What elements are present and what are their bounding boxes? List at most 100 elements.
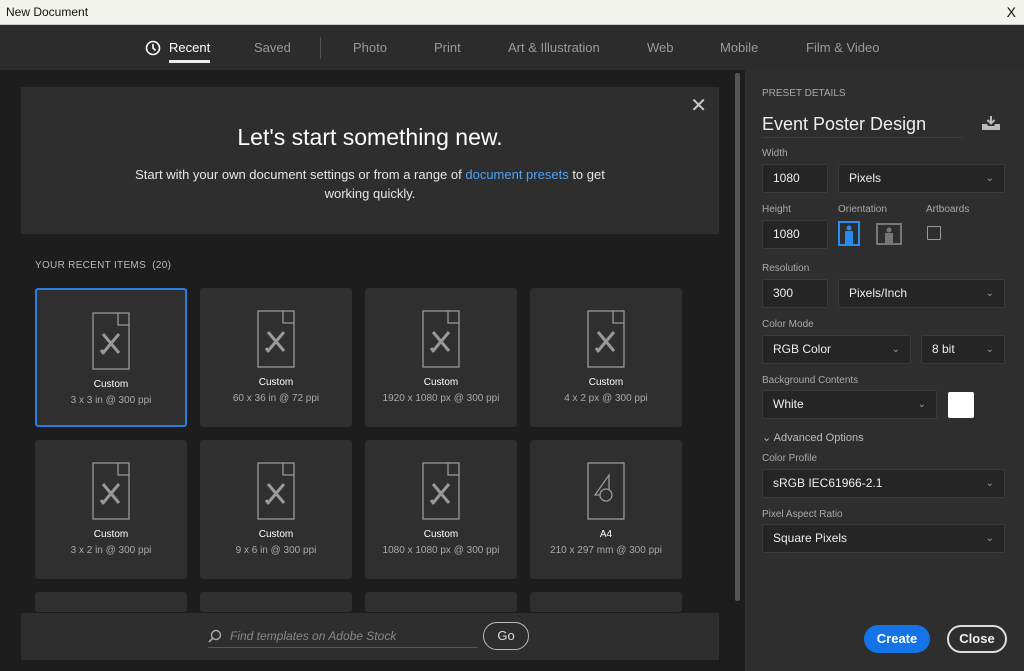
portrait-orientation-icon[interactable] — [838, 221, 860, 246]
title-bar: New Document X — [0, 0, 1024, 25]
color-profile-label: Color Profile — [762, 453, 818, 464]
recent-item-title: Custom — [258, 529, 294, 540]
pixel-aspect-ratio-select[interactable]: Square Pixels ⌄ — [762, 524, 1005, 553]
resolution-unit-value: Pixels/Inch — [849, 286, 908, 300]
tab-art-illustration[interactable]: Art & Illustration — [508, 40, 600, 55]
create-button[interactable]: Create — [864, 625, 930, 653]
recent-item[interactable]: Custom 3 x 3 in @ 300 ppi — [35, 288, 187, 427]
bit-depth-select[interactable]: 8 bit ⌄ — [921, 335, 1005, 364]
close-button[interactable]: Close — [947, 625, 1007, 653]
stock-search-input[interactable]: Find templates on Adobe Stock — [208, 626, 478, 648]
recent-count: (20) — [152, 260, 172, 271]
chevron-down-icon: ⌄ — [985, 288, 994, 299]
chevron-down-icon: ⌄ — [985, 173, 994, 184]
resolution-input[interactable]: 300 — [762, 279, 828, 308]
chevron-down-icon: ⌄ — [985, 344, 994, 355]
chevron-down-icon: ⌄ — [985, 478, 994, 489]
tab-film-video[interactable]: Film & Video — [806, 40, 879, 55]
recent-item-title: Custom — [93, 529, 129, 540]
custom-doc-icon — [587, 310, 625, 368]
recent-item-title: Custom — [423, 529, 459, 540]
custom-doc-icon — [422, 462, 460, 520]
chevron-down-icon: ⌄ — [985, 533, 994, 544]
height-input[interactable]: 1080 — [762, 220, 828, 249]
tab-recent[interactable]: Recent — [145, 40, 211, 63]
pixel-aspect-ratio-label: Pixel Aspect Ratio — [762, 509, 843, 520]
recent-item-title: Custom — [258, 377, 294, 388]
recent-item-spec: 9 x 6 in @ 300 ppi — [235, 545, 317, 556]
shapes-doc-icon — [587, 462, 625, 520]
background-contents-label: Background Contents — [762, 375, 859, 386]
width-label: Width — [762, 148, 788, 159]
recent-item[interactable]: Custom 60 x 36 in @ 72 ppi — [200, 288, 352, 427]
recent-heading-label: YOUR RECENT ITEMS — [35, 260, 147, 271]
recent-item-title: Custom — [423, 377, 459, 388]
recent-item[interactable]: A4 210 x 297 mm @ 300 ppi — [530, 440, 682, 579]
welcome-banner: ✕ Let's start something new. Start with … — [21, 87, 719, 234]
width-unit-select[interactable]: Pixels ⌄ — [838, 164, 1005, 193]
height-label: Height — [762, 204, 791, 215]
background-contents-select[interactable]: White ⌄ — [762, 390, 937, 419]
recent-heading: YOUR RECENT ITEMS (20) — [35, 260, 171, 271]
preset-heading: PRESET DETAILS — [762, 88, 846, 99]
category-tabs: Recent Saved Photo Print Art & Illustrat… — [0, 25, 1024, 70]
custom-doc-icon — [257, 462, 295, 520]
color-mode-label: Color Mode — [762, 319, 814, 330]
scrollbar[interactable] — [735, 73, 740, 601]
recent-item[interactable]: Custom 3 x 2 in @ 300 ppi — [35, 440, 187, 579]
recent-item-partial[interactable] — [365, 592, 517, 612]
recent-item-partial[interactable] — [530, 592, 682, 612]
close-banner-button[interactable]: ✕ — [690, 93, 707, 118]
width-unit-value: Pixels — [849, 171, 882, 185]
resolution-label: Resolution — [762, 263, 810, 274]
welcome-text-part: Start with your own document settings or… — [135, 167, 466, 182]
tab-photo[interactable]: Photo — [353, 40, 387, 55]
window-close-button[interactable]: X — [1007, 0, 1016, 25]
orientation-label: Orientation — [838, 204, 887, 215]
advanced-options-label: Advanced Options — [773, 432, 864, 444]
custom-doc-icon — [92, 312, 130, 370]
artboards-checkbox[interactable] — [927, 226, 941, 240]
bit-depth-value: 8 bit — [932, 342, 955, 356]
document-presets-link[interactable]: document presets — [465, 167, 568, 182]
recent-item-title: A4 — [599, 529, 613, 540]
background-color-swatch[interactable] — [948, 392, 974, 418]
tab-print[interactable]: Print — [434, 40, 461, 55]
pixel-aspect-ratio-value: Square Pixels — [773, 531, 848, 545]
color-profile-value: sRGB IEC61966-2.1 — [773, 476, 883, 490]
tab-web[interactable]: Web — [647, 40, 674, 55]
window-title: New Document — [6, 5, 89, 19]
chevron-down-icon: ⌄ — [917, 399, 926, 410]
advanced-options-toggle[interactable]: ⌄ Advanced Options — [762, 431, 864, 444]
custom-doc-icon — [92, 462, 130, 520]
recent-item-spec: 1920 x 1080 px @ 300 ppi — [382, 393, 500, 404]
tab-mobile[interactable]: Mobile — [720, 40, 758, 55]
background-contents-value: White — [773, 397, 804, 411]
recent-panel: ✕ Let's start something new. Start with … — [0, 70, 740, 671]
recent-item[interactable]: Custom 4 x 2 px @ 300 ppi — [530, 288, 682, 427]
go-button[interactable]: Go — [483, 622, 529, 650]
color-mode-select[interactable]: RGB Color ⌄ — [762, 335, 911, 364]
tab-saved[interactable]: Saved — [254, 40, 291, 55]
welcome-title: Let's start something new. — [237, 124, 503, 150]
recent-item[interactable]: Custom 1920 x 1080 px @ 300 ppi — [365, 288, 517, 427]
width-input[interactable]: 1080 — [762, 164, 828, 193]
save-preset-icon[interactable] — [981, 115, 1001, 131]
recent-item-spec: 3 x 2 in @ 300 ppi — [70, 545, 152, 556]
color-profile-select[interactable]: sRGB IEC61966-2.1 ⌄ — [762, 469, 1005, 498]
recent-item-spec: 1080 x 1080 px @ 300 ppi — [382, 545, 500, 556]
recent-item[interactable]: Custom 1080 x 1080 px @ 300 ppi — [365, 440, 517, 579]
recent-item-spec: 210 x 297 mm @ 300 ppi — [550, 545, 662, 556]
preset-details-panel: PRESET DETAILS Event Poster Design Width… — [745, 70, 1024, 671]
preset-name-input[interactable]: Event Poster Design — [762, 114, 962, 138]
recent-item-spec: 3 x 3 in @ 300 ppi — [70, 395, 152, 406]
chevron-down-icon: ⌄ — [762, 432, 772, 444]
artboards-label: Artboards — [926, 204, 970, 215]
landscape-orientation-icon[interactable] — [876, 223, 902, 245]
resolution-unit-select[interactable]: Pixels/Inch ⌄ — [838, 279, 1005, 308]
chevron-down-icon: ⌄ — [891, 344, 900, 355]
recent-item-partial[interactable] — [35, 592, 187, 612]
recent-item-spec: 4 x 2 px @ 300 ppi — [564, 393, 648, 404]
recent-item[interactable]: Custom 9 x 6 in @ 300 ppi — [200, 440, 352, 579]
recent-item-partial[interactable] — [200, 592, 352, 612]
